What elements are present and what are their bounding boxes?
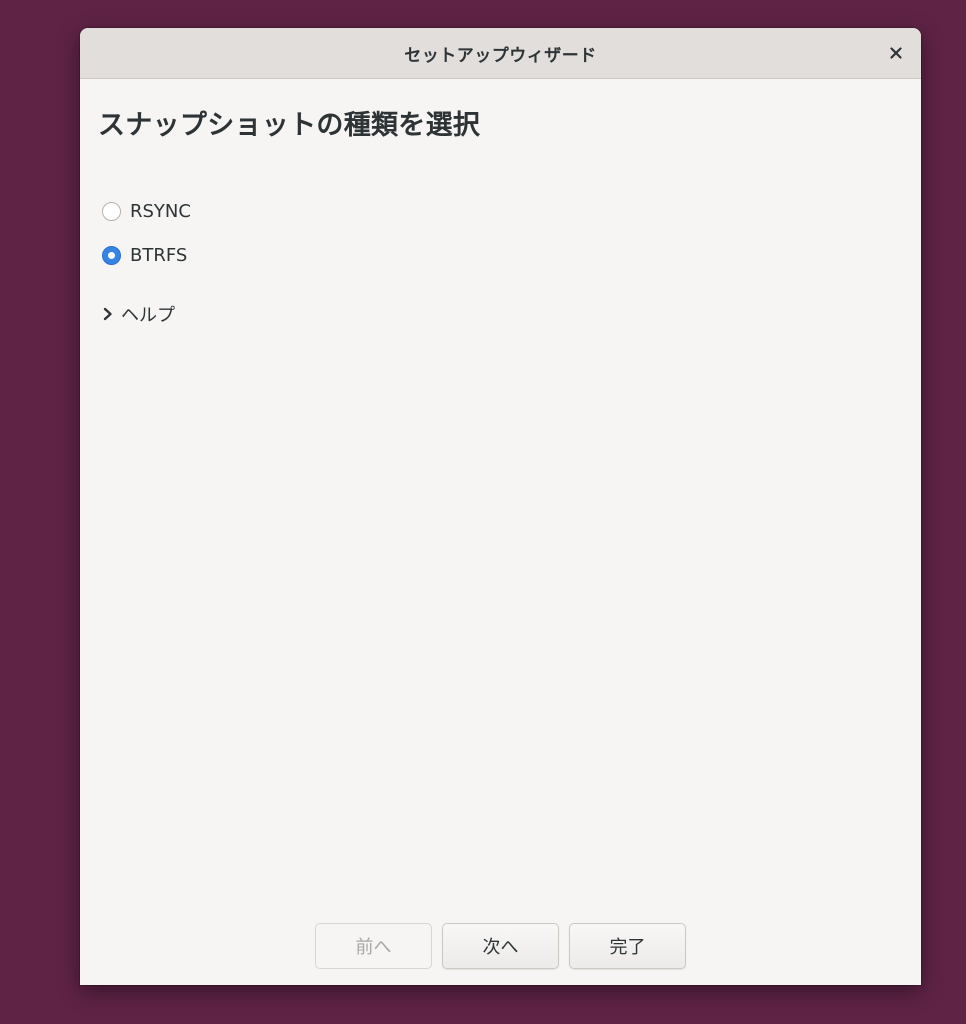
setup-wizard-window: セットアップウィザード スナップショットの種類を選択 RSYNC BTRFS ヘ…: [80, 28, 921, 985]
window-title: セットアップウィザード: [404, 45, 597, 66]
radio-label-rsync: RSYNC: [130, 201, 191, 222]
wizard-content: スナップショットの種類を選択 RSYNC BTRFS ヘルプ 前へ 次へ 完了: [80, 79, 921, 985]
page-title: スナップショットの種類を選択: [98, 110, 481, 141]
help-expander[interactable]: ヘルプ: [102, 301, 175, 327]
radio-label-btrfs: BTRFS: [130, 245, 188, 266]
wizard-button-bar: 前へ 次へ 完了: [80, 923, 921, 969]
chevron-right-icon: [102, 307, 116, 321]
radio-button-btrfs[interactable]: [102, 246, 121, 265]
finish-button[interactable]: 完了: [569, 923, 686, 969]
prev-button[interactable]: 前へ: [315, 923, 432, 969]
radio-button-rsync[interactable]: [102, 202, 121, 221]
title-bar[interactable]: セットアップウィザード: [80, 28, 921, 79]
radio-option-rsync[interactable]: RSYNC: [102, 201, 191, 222]
next-button[interactable]: 次へ: [442, 923, 559, 969]
desktop-background: セットアップウィザード スナップショットの種類を選択 RSYNC BTRFS ヘ…: [0, 0, 966, 1024]
help-label: ヘルプ: [121, 305, 175, 326]
close-icon: [890, 44, 902, 63]
close-button[interactable]: [881, 38, 911, 68]
radio-option-btrfs[interactable]: BTRFS: [102, 245, 187, 266]
